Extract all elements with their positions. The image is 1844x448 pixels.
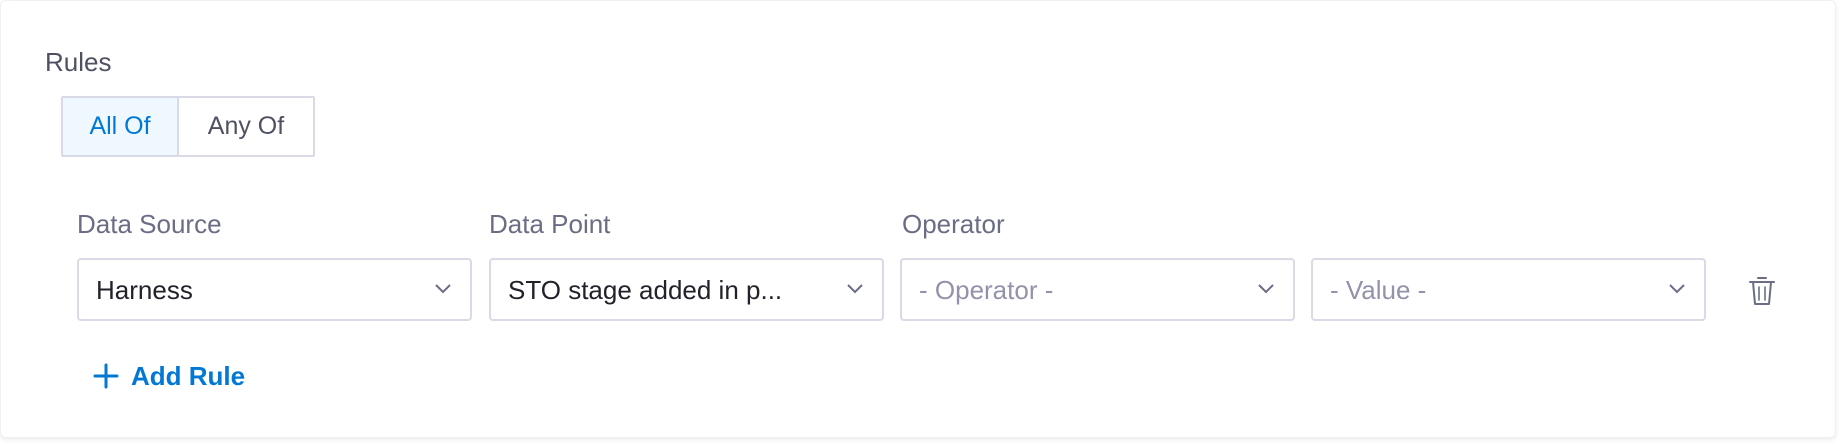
operator-select[interactable]: - Operator - [900, 258, 1295, 321]
data-source-label: Data Source [77, 209, 222, 239]
plus-icon [93, 363, 119, 389]
data-source-select[interactable]: Harness [77, 258, 472, 321]
chevron-down-icon [1669, 284, 1685, 294]
data-source-value: Harness [96, 275, 193, 305]
value-placeholder: - Value - [1330, 275, 1427, 305]
trash-icon[interactable] [1747, 274, 1777, 308]
chevron-down-icon [1258, 284, 1274, 294]
data-point-label: Data Point [489, 209, 611, 239]
chevron-down-icon [435, 284, 451, 294]
operator-label: Operator [902, 209, 1005, 239]
add-rule-button[interactable]: Add Rule [93, 359, 245, 393]
data-point-select[interactable]: STO stage added in p... [489, 258, 884, 321]
rules-title: Rules [45, 47, 112, 77]
any-of-toggle-button[interactable]: Any Of [179, 98, 313, 155]
operator-placeholder: - Operator - [919, 275, 1054, 305]
chevron-down-icon [847, 284, 863, 294]
data-point-value: STO stage added in p... [508, 275, 783, 305]
add-rule-label: Add Rule [131, 361, 246, 391]
all-of-toggle-button[interactable]: All Of [63, 98, 179, 155]
rules-card: Rules All Of Any Of Data Source Data Poi… [0, 0, 1836, 438]
rule-match-toggle: All Of Any Of [61, 96, 315, 157]
value-select[interactable]: - Value - [1311, 258, 1706, 321]
